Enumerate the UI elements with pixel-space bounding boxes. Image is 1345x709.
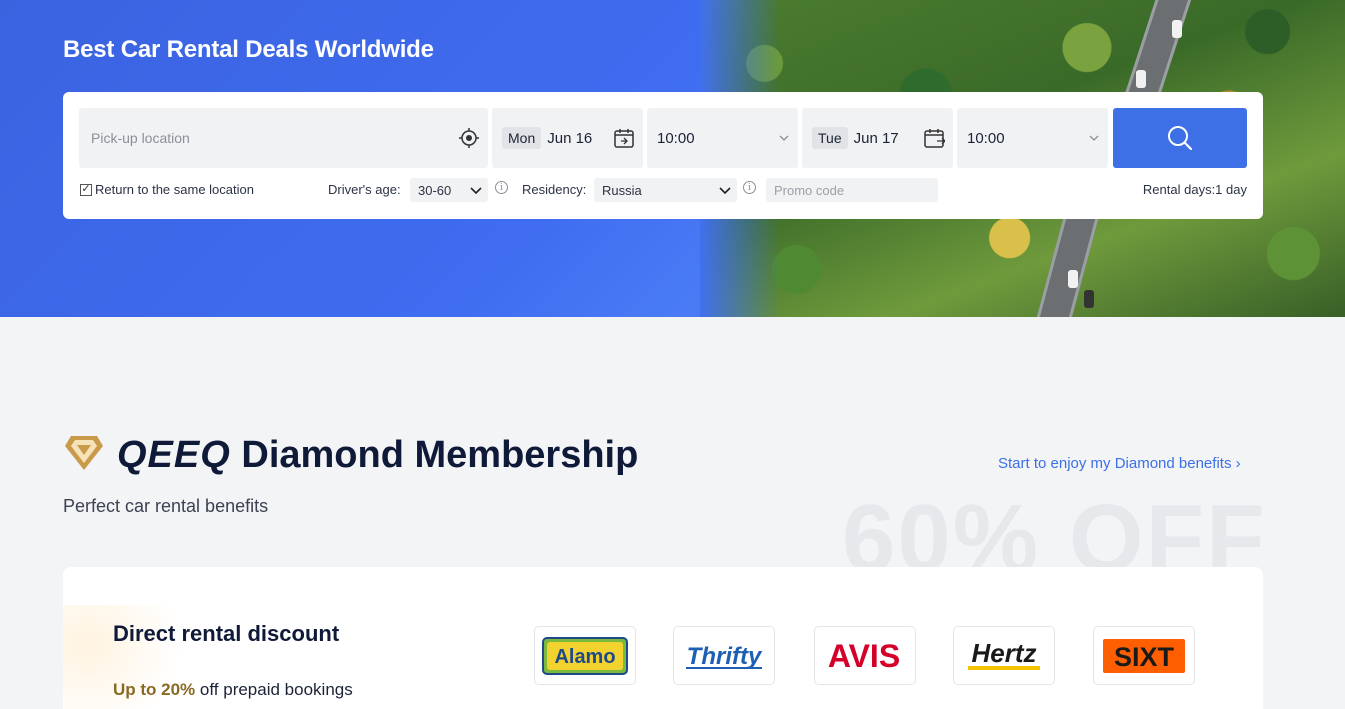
card-title: Direct rental discount xyxy=(113,621,340,646)
search-options: ✓ Return to the same location Driver's a… xyxy=(63,178,1263,202)
hero-banner: Best Car Rental Deals Worldwide Pick-up … xyxy=(0,0,1345,317)
avis-logo-text: AVIS xyxy=(828,638,900,674)
sixt-logo-text: SIXT xyxy=(1114,642,1175,672)
car-image xyxy=(1136,70,1146,88)
card-description: Up to 20% off prepaid bookings xyxy=(113,680,353,700)
pickup-location-input[interactable]: Pick-up location xyxy=(79,108,488,168)
hertz-logo: Hertz xyxy=(953,626,1055,685)
pickup-time: 10:00 xyxy=(657,129,695,147)
dropoff-date-field[interactable]: Tue Jun 17 xyxy=(802,108,953,168)
discount-text: off prepaid bookings xyxy=(199,680,353,699)
checkbox-checked-icon[interactable]: ✓ xyxy=(80,183,92,196)
info-icon[interactable]: i xyxy=(743,181,756,194)
dropoff-day: Tue xyxy=(812,127,848,149)
alamo-logo-text: Alamo xyxy=(554,646,615,668)
chevron-down-icon xyxy=(719,187,731,195)
calendar-icon xyxy=(614,129,634,148)
search-form: Pick-up location Mon Jun 16 10:00 Tue Ju… xyxy=(63,92,1263,219)
car-image xyxy=(1172,20,1182,38)
pickup-day: Mon xyxy=(502,127,542,149)
car-image xyxy=(1084,290,1094,308)
dropoff-time: 10:00 xyxy=(967,129,1005,147)
calendar-icon xyxy=(924,129,945,148)
diamond-benefits-link[interactable]: Start to enjoy my Diamond benefits › xyxy=(998,455,1241,472)
diamond-benefits-label: Start to enjoy my Diamond benefits xyxy=(998,455,1232,472)
discount-card: Direct rental discount Up to 20% off pre… xyxy=(63,567,1263,709)
chevron-down-icon xyxy=(470,187,482,195)
return-same-location-label: Return to the same location xyxy=(95,182,254,197)
driver-age-label: Driver's age: xyxy=(328,182,401,197)
dropoff-date: Jun 17 xyxy=(853,129,899,147)
promo-code-input[interactable] xyxy=(766,178,938,202)
info-icon[interactable]: i xyxy=(495,181,508,194)
chevron-right-icon: › xyxy=(1235,455,1241,472)
chevron-down-icon xyxy=(1089,135,1099,141)
pickup-date: Jun 16 xyxy=(547,129,593,147)
membership-title: QEEQ Diamond Membership xyxy=(117,434,638,477)
search-button[interactable] xyxy=(1113,108,1247,168)
discount-highlight: Up to 20% xyxy=(113,680,196,699)
avis-logo: AVIS xyxy=(814,626,916,685)
return-same-location-checkbox[interactable]: ✓ Return to the same location xyxy=(80,182,254,197)
alamo-logo: Alamo xyxy=(534,626,636,685)
diamond-badge-icon xyxy=(65,436,103,470)
dropoff-time-select[interactable]: 10:00 xyxy=(957,108,1108,168)
search-icon xyxy=(1168,126,1193,151)
hero-title: Best Car Rental Deals Worldwide xyxy=(63,36,434,63)
rental-days: Rental days:1 day xyxy=(1142,182,1247,197)
hertz-logo-text: Hertz xyxy=(971,638,1036,668)
pickup-date-field[interactable]: Mon Jun 16 xyxy=(492,108,643,168)
driver-age-select[interactable]: 30-60 xyxy=(410,178,488,202)
sixt-logo: SIXT xyxy=(1093,626,1195,685)
membership-subtitle: Perfect car rental benefits xyxy=(63,496,269,516)
residency-label: Residency: xyxy=(522,182,587,197)
pickup-location-placeholder: Pick-up location xyxy=(91,130,190,146)
pickup-time-select[interactable]: 10:00 xyxy=(647,108,798,168)
residency-value: Russia xyxy=(602,182,642,198)
chevron-down-icon xyxy=(779,135,789,141)
membership-title-text: Diamond Membership xyxy=(241,434,639,476)
car-image xyxy=(1068,270,1078,288)
locate-icon[interactable] xyxy=(458,127,480,149)
qeeq-brand: QEEQ xyxy=(117,434,231,476)
thrifty-logo: Thrifty xyxy=(673,626,775,685)
thrifty-logo-text: Thrifty xyxy=(687,643,763,670)
residency-select[interactable]: Russia xyxy=(594,178,737,202)
driver-age-value: 30-60 xyxy=(418,182,452,198)
